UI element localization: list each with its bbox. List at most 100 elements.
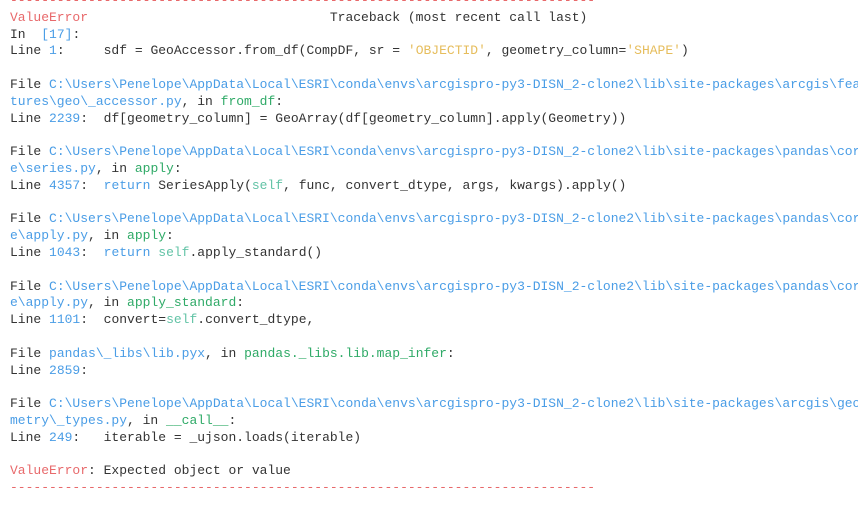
error-text: ----------------------------------------… bbox=[10, 0, 596, 8]
code-segment: pandas._libs.lib.map_infer bbox=[244, 345, 447, 361]
code-segment: , in bbox=[181, 93, 221, 109]
code-segment: , in bbox=[88, 228, 128, 244]
code-segment: , in bbox=[88, 295, 128, 311]
file-path-link[interactable]: e\series.py bbox=[10, 161, 96, 176]
traceback-line: Line 1101: convert=self.convert_dtype, bbox=[10, 312, 858, 329]
traceback-line bbox=[10, 195, 858, 212]
file-path-link[interactable]: e\apply.py bbox=[10, 228, 88, 243]
error-text: ValueError bbox=[10, 9, 89, 25]
code-segment: 4357 bbox=[49, 177, 81, 193]
code-segment: Line bbox=[10, 43, 50, 59]
code-segment: 1043 bbox=[49, 244, 81, 260]
file-path-link[interactable]: C:\Users\Penelope\AppData\Local\ESRI\con… bbox=[49, 77, 858, 92]
error-text: ----------------------------------------… bbox=[10, 480, 596, 496]
traceback-line: e\apply.py, in apply: bbox=[10, 228, 858, 245]
code-segment: Line bbox=[10, 429, 50, 445]
code-segment: return bbox=[103, 177, 151, 193]
traceback-line bbox=[10, 379, 858, 396]
code-segment: 'OBJECTID' bbox=[407, 43, 486, 59]
code-segment: Line bbox=[10, 177, 50, 193]
traceback-line: Line 1043: return self.apply_standard() bbox=[10, 245, 858, 262]
traceback-line: File C:\Users\Penelope\AppData\Local\ESR… bbox=[10, 211, 858, 228]
code-segment: ) bbox=[680, 43, 689, 59]
code-segment: , in bbox=[127, 412, 167, 428]
traceback-line: ----------------------------------------… bbox=[10, 480, 858, 497]
code-segment: .convert_dtype, bbox=[197, 312, 315, 328]
code-segment: Line bbox=[10, 362, 50, 378]
traceback-line: ValueError: Expected object or value bbox=[10, 463, 858, 480]
code-segment: SeriesApply( bbox=[150, 177, 252, 193]
code-segment: : bbox=[72, 26, 81, 42]
traceback-line: e\series.py, in apply: bbox=[10, 161, 858, 178]
code-segment: , geometry_column= bbox=[485, 43, 627, 59]
code-segment: Line bbox=[10, 110, 50, 126]
code-segment: File bbox=[10, 278, 50, 294]
code-segment: : bbox=[80, 177, 104, 193]
code-segment: File bbox=[10, 211, 50, 227]
traceback-line bbox=[10, 127, 858, 144]
file-path-link[interactable]: C:\Users\Penelope\AppData\Local\ESRI\con… bbox=[49, 144, 858, 159]
traceback-line: e\apply.py, in apply_standard: bbox=[10, 295, 858, 312]
file-path-link[interactable]: C:\Users\Penelope\AppData\Local\ESRI\con… bbox=[49, 279, 858, 294]
code-segment: 1 bbox=[49, 43, 57, 59]
traceback-line: Line 2859: bbox=[10, 363, 858, 380]
traceback-line: Line 249: iterable = _ujson.loads(iterab… bbox=[10, 430, 858, 447]
code-segment: : bbox=[166, 228, 174, 244]
code-segment: from_df bbox=[220, 93, 276, 109]
traceback-line: File C:\Users\Penelope\AppData\Local\ESR… bbox=[10, 279, 858, 296]
code-segment: : bbox=[228, 412, 237, 428]
code-segment: : df[geometry_column] = GeoArray(df[geom… bbox=[80, 110, 627, 126]
code-segment: [17] bbox=[41, 26, 73, 42]
code-segment: self bbox=[166, 312, 198, 328]
traceback-line: tures\geo\_accessor.py, in from_df: bbox=[10, 94, 858, 111]
code-segment: self bbox=[158, 244, 190, 260]
traceback-line bbox=[10, 329, 858, 346]
code-segment: apply bbox=[127, 228, 167, 244]
code-segment: : bbox=[446, 345, 455, 361]
code-segment: return bbox=[103, 244, 151, 260]
code-segment: File bbox=[10, 345, 50, 361]
file-path-link[interactable]: C:\Users\Penelope\AppData\Local\ESRI\con… bbox=[49, 396, 858, 411]
code-segment: apply_standard bbox=[127, 295, 237, 311]
code-segment: Line bbox=[10, 244, 50, 260]
file-path-link[interactable]: metry\_types.py bbox=[10, 413, 127, 428]
code-segment: : sdf = GeoAccessor.from_df(CompDF, sr = bbox=[56, 43, 408, 59]
code-segment: Traceback (most recent call last) bbox=[88, 9, 588, 25]
code-segment: self bbox=[251, 177, 284, 193]
code-segment: : bbox=[236, 295, 245, 311]
file-path-link[interactable]: tures\geo\_accessor.py bbox=[10, 94, 182, 109]
code-segment: __call__ bbox=[166, 412, 229, 428]
code-segment: : bbox=[80, 244, 104, 260]
traceback-line: File C:\Users\Penelope\AppData\Local\ESR… bbox=[10, 77, 858, 94]
file-path-link[interactable]: C:\Users\Penelope\AppData\Local\ESRI\con… bbox=[49, 211, 858, 226]
code-segment: , func, convert_dtype, args, kwargs).app… bbox=[283, 177, 627, 193]
traceback-line bbox=[10, 262, 858, 279]
code-segment: : Expected object or value bbox=[88, 463, 291, 479]
code-segment: 2239 bbox=[49, 110, 81, 126]
traceback-output: ----------------------------------------… bbox=[10, 0, 858, 497]
traceback-line: Line 2239: df[geometry_column] = GeoArra… bbox=[10, 111, 858, 128]
code-segment: .apply_standard() bbox=[189, 244, 323, 260]
code-segment: File bbox=[10, 144, 50, 160]
traceback-line: File C:\Users\Penelope\AppData\Local\ESR… bbox=[10, 396, 858, 413]
traceback-line: ValueError Traceback (most recent call l… bbox=[10, 10, 858, 27]
code-segment: , in bbox=[205, 345, 245, 361]
traceback-line bbox=[10, 447, 858, 464]
code-segment: File bbox=[10, 396, 50, 412]
code-segment: 'SHAPE' bbox=[626, 43, 681, 59]
file-path-link[interactable]: pandas\_libs\lib.pyx bbox=[49, 346, 205, 361]
code-segment: apply bbox=[134, 160, 174, 176]
traceback-line bbox=[10, 60, 858, 77]
code-segment: In bbox=[10, 26, 42, 42]
traceback-line: Line 4357: return SeriesApply(self, func… bbox=[10, 178, 858, 195]
code-segment: 1101 bbox=[49, 312, 81, 328]
traceback-line: Line 1: sdf = GeoAccessor.from_df(CompDF… bbox=[10, 43, 858, 60]
code-segment: 249 bbox=[49, 429, 73, 445]
code-segment: : iterable = _ujson.loads(iterable) bbox=[72, 429, 362, 445]
file-path-link[interactable]: e\apply.py bbox=[10, 295, 88, 310]
code-segment: Line bbox=[10, 312, 50, 328]
code-segment: : bbox=[80, 362, 89, 378]
code-segment: : bbox=[173, 160, 182, 176]
traceback-line: metry\_types.py, in __call__: bbox=[10, 413, 858, 430]
code-segment: , in bbox=[95, 160, 135, 176]
